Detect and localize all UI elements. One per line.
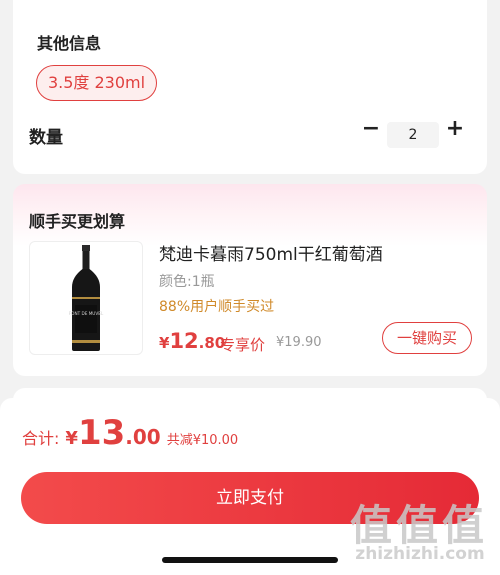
product-name[interactable]: 梵迪卡暮雨750ml干红葡萄酒 bbox=[159, 240, 383, 265]
social-proof-text: 88%用户顺手买过 bbox=[159, 299, 275, 315]
other-info-label: 其他信息 bbox=[37, 34, 102, 53]
one-click-buy-button[interactable]: 一键购买 bbox=[382, 322, 472, 354]
total-label: 合计: bbox=[22, 429, 60, 448]
original-price: ¥19.90 bbox=[276, 335, 322, 350]
total-currency: ¥ bbox=[65, 428, 78, 449]
watermark-text: zhizhizhi.com bbox=[355, 544, 485, 564]
bottle-label-text: FONT DE MUVEL bbox=[69, 311, 104, 316]
quantity-increase-button[interactable]: + bbox=[445, 118, 465, 140]
quantity-decrease-button[interactable]: − bbox=[361, 118, 381, 140]
site-watermark: 值 值 值 zhizhizhi.com bbox=[350, 492, 490, 570]
total-decimal: .00 bbox=[125, 425, 161, 449]
exclusive-price-tag: 专享价 bbox=[220, 336, 266, 354]
wine-bottle-icon: FONT DE MUVEL bbox=[69, 245, 104, 351]
home-indicator[interactable] bbox=[162, 557, 338, 563]
spec-card: 其他信息 3.5度 230ml 数量 − 2 + bbox=[13, 0, 487, 174]
option-chip-selected[interactable]: 3.5度 230ml bbox=[36, 65, 157, 101]
total-discount: 共减¥10.00 bbox=[166, 433, 239, 448]
addon-section-title: 顺手买更划算 bbox=[29, 212, 126, 231]
price-currency: ¥ bbox=[159, 334, 170, 352]
product-variant: 颜色:1瓶 bbox=[159, 274, 215, 290]
addon-card: 顺手买更划算 FONT DE MUVEL 梵迪卡暮雨750ml干红葡萄酒 颜色:… bbox=[13, 184, 487, 376]
exclusive-price: ¥12.80 bbox=[159, 329, 225, 353]
quantity-input[interactable]: 2 bbox=[387, 122, 439, 148]
quantity-label: 数量 bbox=[29, 128, 63, 148]
wine-bottle-image[interactable]: FONT DE MUVEL bbox=[29, 241, 143, 355]
order-total: 合计: ¥13.00 共减¥10.00 bbox=[22, 413, 238, 453]
total-integer: 13 bbox=[77, 413, 126, 453]
price-integer: 12 bbox=[169, 329, 199, 353]
